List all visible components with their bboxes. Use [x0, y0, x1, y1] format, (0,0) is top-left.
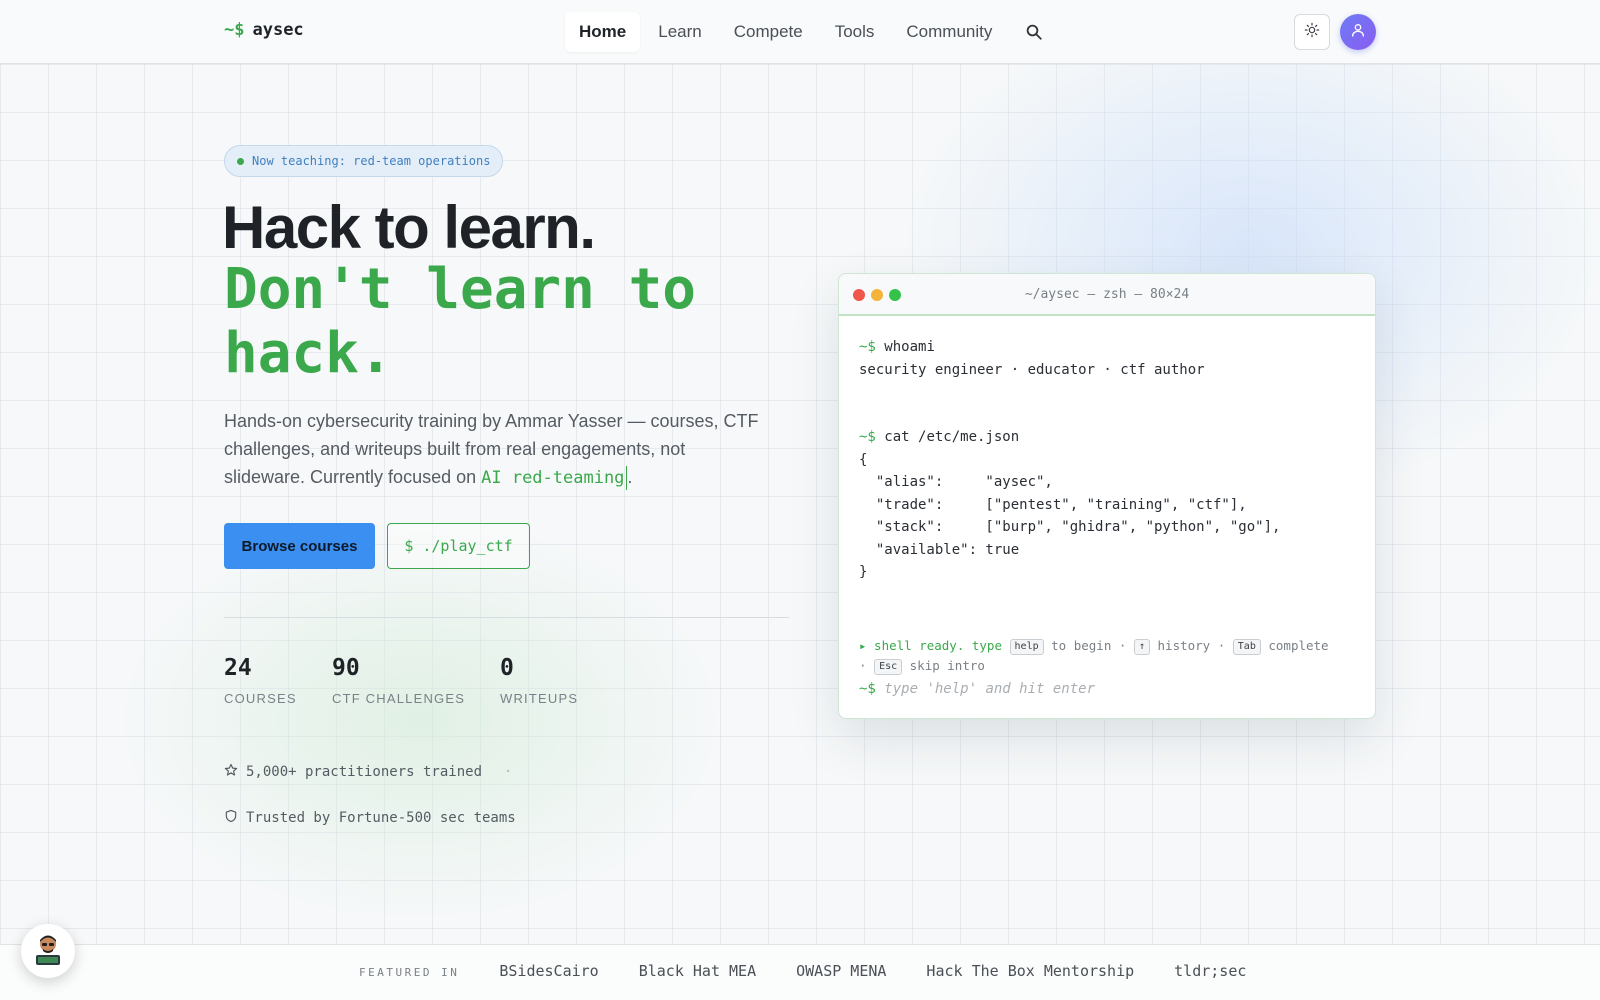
- kbd-up: ↑: [1133, 638, 1150, 655]
- terminal-line: ~$ whoami: [859, 336, 1355, 359]
- badge-text: Now teaching: red-team operations: [252, 154, 491, 168]
- status-dot: [237, 157, 244, 165]
- terminal-prompt: ~$: [859, 680, 876, 697]
- stat-ctf-challenges: 90 CTF CHALLENGES: [332, 655, 465, 706]
- terminal-command: whoami: [884, 339, 935, 355]
- json-output-line: "stack": ["burp", "ghidra", "python", "g…: [859, 519, 1281, 535]
- top-nav-bar: ~$ aysec Home Learn Compete Tools Commun…: [0, 0, 1600, 64]
- chat-assistant-button[interactable]: [21, 924, 75, 978]
- nav-learn[interactable]: Learn: [644, 12, 715, 52]
- stat-courses: 24 COURSES: [224, 655, 297, 706]
- kbd-esc: Esc: [874, 658, 903, 675]
- background-glow-green: [120, 520, 720, 920]
- terminal-body: ~$ whoami security engineer · educator ·…: [839, 316, 1375, 700]
- kbd-tab: Tab: [1232, 638, 1261, 655]
- json-output-line: {: [859, 451, 868, 468]
- brand-logo[interactable]: ~$ aysec: [224, 20, 304, 40]
- search-icon[interactable]: [1016, 14, 1052, 50]
- kbd-help: help: [1009, 638, 1044, 655]
- trust-trained: 5,000+ practitioners trained ·: [224, 763, 512, 781]
- section-divider: [224, 617, 789, 618]
- hero-title: Hack to learn.: [222, 194, 596, 261]
- hacker-avatar-icon: [28, 929, 68, 974]
- hint-text: to begin ·: [1051, 637, 1127, 653]
- stat-value: 0: [500, 655, 514, 681]
- json-output-line: "available": true: [859, 541, 1020, 558]
- terminal-hint: ▸ shell ready. type help to begin · ↑ hi…: [859, 636, 1355, 676]
- featured-item: OWASP MENA: [796, 962, 887, 980]
- trust-text: Trusted by Fortune-500 sec teams: [246, 810, 516, 826]
- hint-text: ·: [859, 657, 867, 673]
- hero-description: Hands-on cybersecurity training by Ammar…: [224, 407, 764, 492]
- featured-item: BSidesCairo: [499, 962, 599, 980]
- featured-item: tldr;sec: [1174, 962, 1247, 980]
- nav-community[interactable]: Community: [892, 12, 1006, 52]
- json-output-line: }: [859, 564, 868, 580]
- brand-prompt: ~$: [224, 20, 245, 40]
- stat-label: WRITEUPS: [500, 691, 579, 706]
- stat-writeups: 0 WRITEUPS: [500, 655, 578, 706]
- terminal-title: ~/aysec — zsh — 80×24: [1024, 287, 1190, 302]
- nav-tools[interactable]: Tools: [821, 12, 889, 52]
- terminal-window[interactable]: ~/aysec — zsh — 80×24 ~$ whoami security…: [838, 273, 1376, 719]
- featured-item: Black Hat MEA: [638, 962, 757, 980]
- hint-lead: ▸ shell ready. type: [859, 637, 1002, 653]
- lede-highlight: AI red-teaming: [481, 468, 625, 488]
- sun-icon: [1304, 22, 1320, 43]
- terminal-titlebar: ~/aysec — zsh — 80×24: [839, 274, 1375, 316]
- trust-separator: ·: [504, 764, 513, 780]
- terminal-prompt: ~$: [859, 339, 876, 355]
- terminal-command: cat /etc/me.json: [884, 429, 1020, 445]
- stat-label: CTF CHALLENGES: [332, 691, 466, 706]
- user-icon: [1350, 22, 1366, 43]
- stat-label: COURSES: [224, 691, 297, 706]
- hint-text: complete: [1268, 637, 1329, 653]
- main-nav: Home Learn Compete Tools Community: [565, 12, 1052, 52]
- featured-item: Hack The Box Mentorship: [926, 962, 1135, 980]
- star-icon: [224, 763, 238, 781]
- hint-text: history ·: [1157, 637, 1226, 653]
- hero-subtitle: Don't learn to hack.: [224, 257, 697, 386]
- nav-compete[interactable]: Compete: [720, 12, 817, 52]
- json-output-line: "trade": ["pentest", "training", "ctf"],: [859, 496, 1247, 513]
- play-ctf-button[interactable]: $ ./play_ctf: [387, 523, 530, 569]
- terminal-line: ~$ cat /etc/me.json: [859, 426, 1355, 449]
- stat-value: 90: [332, 655, 360, 681]
- theme-toggle-button[interactable]: [1294, 14, 1330, 50]
- featured-in-strip: FEATURED IN BSidesCairo Black Hat MEA OW…: [0, 944, 1600, 1000]
- terminal-input[interactable]: type 'help' and hit enter: [884, 681, 1095, 697]
- trust-fortune500: Trusted by Fortune-500 sec teams: [224, 809, 516, 827]
- trust-text: 5,000+ practitioners trained: [246, 764, 483, 780]
- terminal-prompt: ~$: [859, 429, 876, 445]
- nav-home[interactable]: Home: [565, 12, 641, 52]
- terminal-input-line[interactable]: ~$ type 'help' and hit enter: [859, 678, 1355, 701]
- account-button[interactable]: [1340, 14, 1376, 50]
- hint-text: skip intro: [909, 657, 985, 673]
- json-output-line: "alias": "aysec",: [859, 474, 1053, 490]
- shield-icon: [224, 809, 238, 827]
- terminal-output: security engineer · educator · ctf autho…: [859, 361, 1205, 378]
- stat-value: 24: [224, 655, 252, 681]
- featured-label: FEATURED IN: [359, 966, 460, 979]
- lede-suffix: .: [627, 467, 633, 487]
- browse-courses-button[interactable]: Browse courses: [224, 523, 375, 569]
- announcement-badge[interactable]: Now teaching: red-team operations: [224, 145, 504, 177]
- brand-name: aysec: [252, 20, 304, 40]
